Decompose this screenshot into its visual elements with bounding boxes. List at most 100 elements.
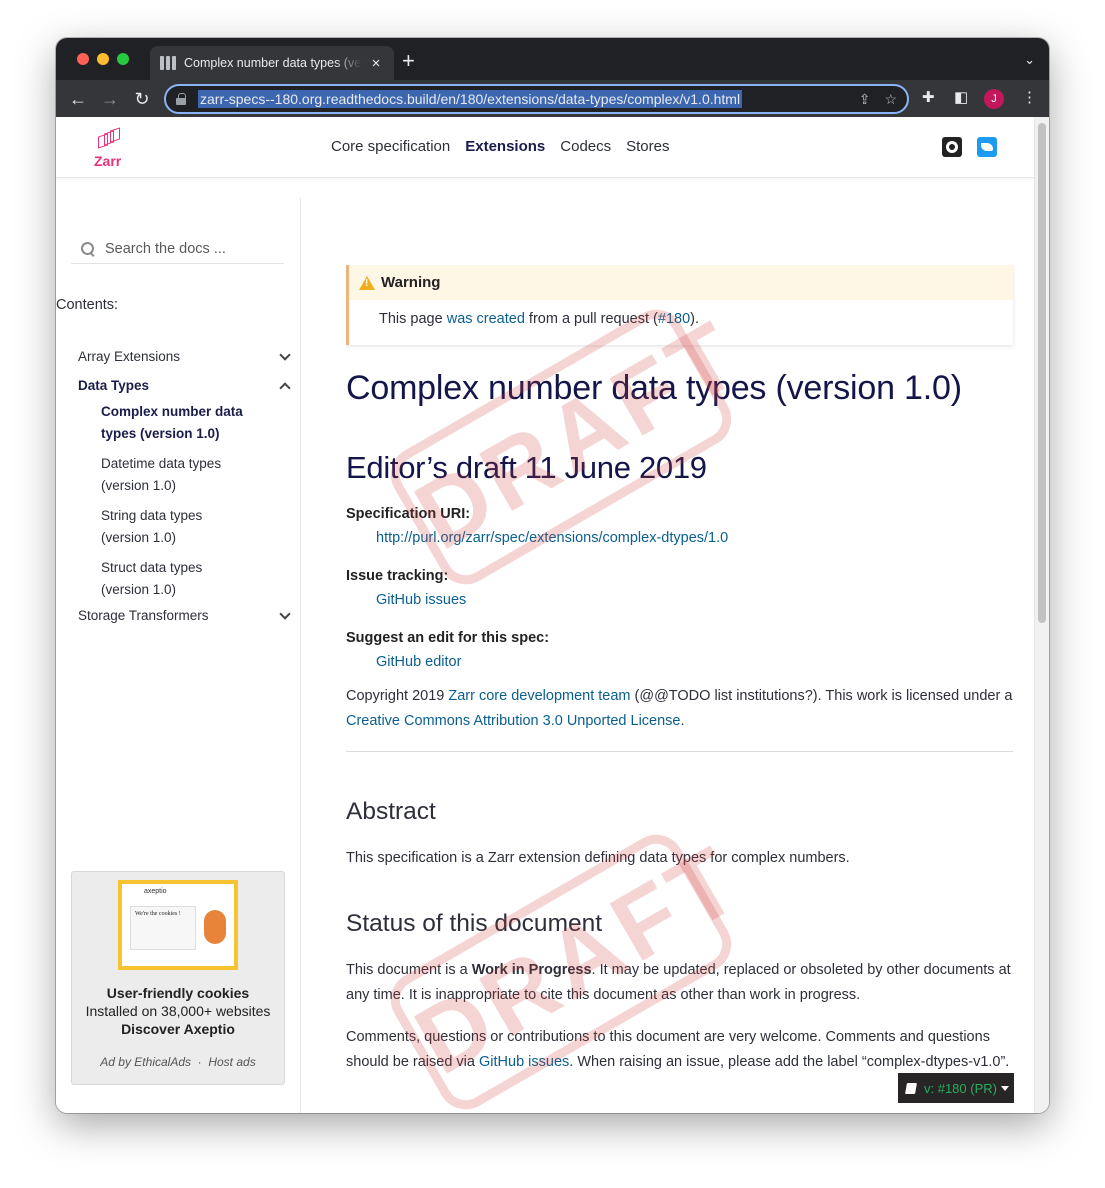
nav-stores[interactable]: Stores [626, 138, 669, 155]
readthedocs-version-badge[interactable]: v: #180 (PR) [898, 1073, 1014, 1103]
spec-uri-link[interactable]: http://purl.org/zarr/spec/extensions/com… [376, 530, 728, 546]
ad-title[interactable]: User-friendly cookies [72, 985, 284, 1001]
search-icon [81, 241, 95, 256]
ad-brand: axeptio [144, 888, 167, 895]
github-editor-link[interactable]: GitHub editor [376, 654, 461, 670]
comments-paragraph: Comments, questions or contributions to … [346, 1025, 1013, 1075]
chevron-down-icon[interactable] [279, 348, 291, 361]
ad-cta[interactable]: Discover Axeptio [72, 1021, 284, 1037]
chevron-up-icon[interactable] [279, 381, 291, 394]
table-of-contents: Array Extensions Data Types Complex numb… [78, 342, 293, 630]
toc-datetime[interactable]: Datetime data types (version 1.0) [78, 453, 248, 497]
ad-line: Installed on 38,000+ websites [85, 1003, 271, 1019]
copyright-text: . [680, 713, 685, 729]
zoom-window-button[interactable] [117, 53, 129, 65]
logo-text: Zarr [94, 153, 122, 169]
star-icon[interactable]: ☆ [884, 91, 897, 108]
warning-title-text: Warning [381, 274, 441, 291]
search-input[interactable]: Search the docs ... [71, 234, 284, 264]
issue-tracking-label: Issue tracking: [346, 568, 449, 584]
ad-footer: Ad by EthicalAds · Host ads [72, 1055, 284, 1069]
toc-label: Storage Transformers [78, 608, 209, 623]
forward-arrow-icon[interactable]: → [98, 87, 122, 111]
spec-metadata: Specification URI: http://purl.org/zarr/… [346, 506, 1013, 670]
favicon-icon [160, 56, 176, 70]
editors-draft-heading: Editor’s draft 11 June 2019 [346, 450, 707, 485]
contents-label: Contents: [56, 297, 119, 313]
was-created-link[interactable]: was created [447, 311, 525, 327]
tab-strip: Complex number data types (version 1.0) … [56, 38, 1049, 80]
copyright-text: (@@TODO list institutions?). This work i… [630, 688, 1013, 704]
github-icon[interactable] [942, 137, 962, 157]
ethical-ad[interactable]: axeptio We're the cookies ! User-friendl… [71, 871, 285, 1085]
search-placeholder: Search the docs ... [105, 240, 226, 257]
warning-text: from a pull request ( [524, 311, 658, 327]
host-ads-link[interactable]: Host ads [208, 1055, 255, 1069]
warning-text: This page [379, 311, 447, 327]
toc-array-extensions[interactable]: Array Extensions [78, 342, 293, 371]
main-content-area: Warning This page was created from a pul… [346, 265, 1026, 1113]
warning-icon [359, 275, 375, 290]
reload-icon[interactable]: ↻ [130, 87, 154, 111]
warning-title: Warning [349, 265, 1013, 300]
divider [346, 751, 1013, 752]
ad-by-link[interactable]: Ad by EthicalAds [100, 1055, 191, 1069]
top-navigation: Core specification Extensions Codecs Sto… [331, 138, 669, 155]
toc-storage-transformers[interactable]: Storage Transformers [78, 601, 293, 630]
close-window-button[interactable] [77, 53, 89, 65]
url-text[interactable]: zarr-specs--180.org.readthedocs.build/en… [198, 90, 743, 108]
status-heading: Status of this document [346, 910, 603, 937]
github-issues-link[interactable]: GitHub issues [376, 592, 466, 608]
status-paragraph: This document is a Work in Progress. It … [346, 958, 1013, 1008]
page-scrollbar[interactable] [1034, 117, 1049, 1113]
toc-data-types[interactable]: Data Types [78, 371, 293, 400]
pr-180-link[interactable]: #180 [658, 311, 690, 327]
toc-complex-number[interactable]: Complex number data types (version 1.0) [78, 401, 248, 445]
abstract-text: This specification is a Zarr extension d… [346, 850, 850, 866]
toc-label: Array Extensions [78, 349, 181, 364]
browser-tab[interactable]: Complex number data types (version 1.0) … [150, 46, 394, 80]
nav-codecs[interactable]: Codecs [560, 138, 611, 155]
menu-dots-icon[interactable]: ⋮ [1022, 88, 1037, 106]
zarr-logo[interactable]: Zarr [94, 127, 124, 169]
nav-core-specification[interactable]: Core specification [331, 138, 450, 155]
spec-uri-label: Specification URI: [346, 506, 471, 522]
share-icon[interactable]: ⇪ [859, 91, 871, 108]
new-tab-button[interactable]: + [402, 50, 415, 72]
comments-github-issues-link[interactable]: GitHub issues [479, 1054, 569, 1070]
warning-admonition: Warning This page was created from a pul… [346, 265, 1013, 345]
lock-icon [176, 93, 186, 105]
copyright-paragraph: Copyright 2019 Zarr core development tea… [346, 684, 1013, 734]
ad-footer-sep: · [197, 1055, 202, 1069]
scrollbar-thumb[interactable] [1038, 123, 1046, 623]
extensions-icon[interactable]: ✚ [922, 88, 935, 106]
toc-string[interactable]: String data types (version 1.0) [78, 505, 248, 549]
twitter-icon[interactable] [977, 137, 997, 157]
suggest-edit-label: Suggest an edit for this spec: [346, 630, 550, 646]
browser-toolbar: ← → ↻ zarr-specs--180.org.readthedocs.bu… [56, 80, 1049, 117]
abstract-heading: Abstract [346, 798, 436, 825]
tab-title: Complex number data types (version 1.0) [184, 56, 362, 70]
ad-image[interactable]: axeptio We're the cookies ! [118, 880, 238, 970]
tab-close-icon[interactable]: × [368, 55, 384, 72]
toc-label: Data Types [78, 378, 150, 393]
zarr-logo-icon [96, 127, 122, 151]
chevron-down-icon[interactable] [279, 607, 291, 620]
nav-extensions[interactable]: Extensions [465, 138, 545, 155]
toc-struct[interactable]: Struct data types (version 1.0) [78, 557, 248, 601]
comments-text: . When raising an issue, please add the … [569, 1054, 1010, 1070]
browser-window: Complex number data types (version 1.0) … [56, 38, 1049, 1113]
zarr-team-link[interactable]: Zarr core development team [448, 688, 630, 704]
back-arrow-icon[interactable]: ← [66, 87, 90, 111]
profile-avatar[interactable]: J [984, 89, 1004, 109]
side-panel-icon[interactable]: ◧ [954, 88, 968, 106]
address-bar[interactable]: zarr-specs--180.org.readthedocs.build/en… [164, 84, 909, 114]
status-bold: Work in Progress [471, 962, 592, 978]
page-viewport: Zarr Core specification Extensions Codec… [56, 117, 1049, 1113]
license-link[interactable]: Creative Commons Attribution 3.0 Unporte… [346, 713, 680, 729]
ad-image-text: We're the cookies ! [130, 906, 196, 950]
page-title: Complex number data types (version 1.0) [346, 369, 962, 407]
minimize-window-button[interactable] [97, 53, 109, 65]
tab-search-icon[interactable]: ⌄ [1024, 52, 1035, 68]
cookie-mascot-icon [204, 910, 226, 944]
